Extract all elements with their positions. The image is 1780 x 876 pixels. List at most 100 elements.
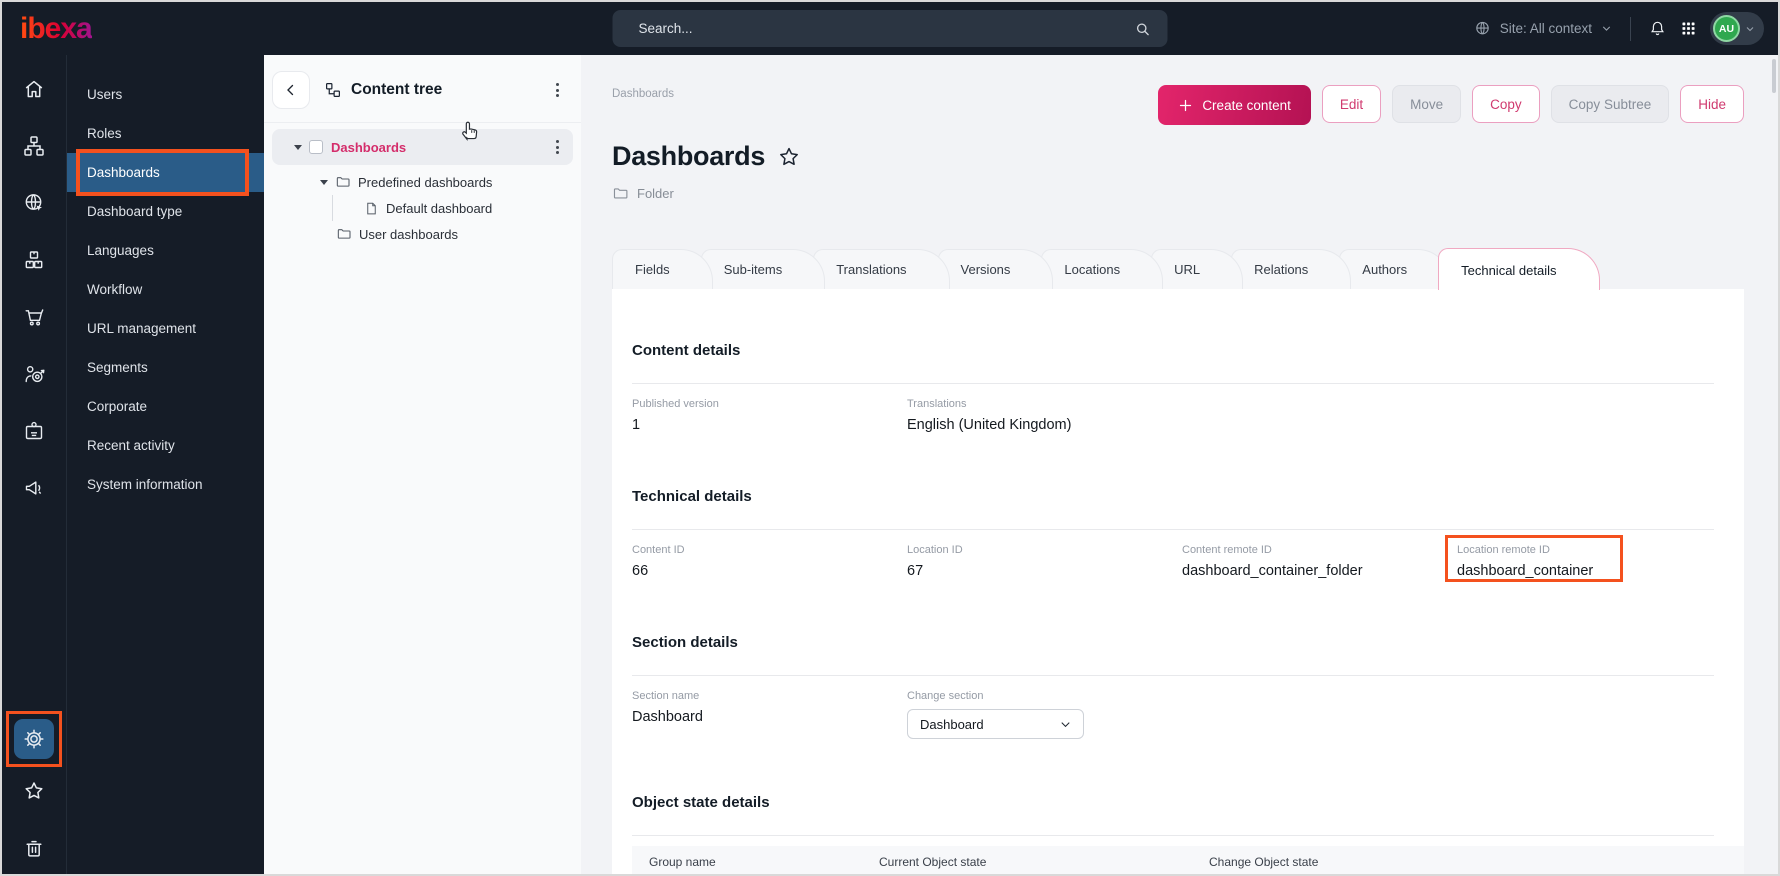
change-section-select[interactable]: Dashboard — [907, 709, 1084, 739]
tree-item-predefined-dashboards[interactable]: Predefined dashboards — [272, 169, 573, 195]
main-content: Dashboards Create content Edit Move Copy… — [581, 55, 1778, 876]
tree-guide-line — [332, 195, 333, 221]
tab-fields[interactable]: Fields — [612, 249, 713, 289]
admin-menu: Users Roles Dashboards Dashboard type La… — [67, 55, 264, 876]
menu-item-recent-activity[interactable]: Recent activity — [67, 426, 264, 465]
move-button[interactable]: Move — [1392, 85, 1461, 123]
tree-options-menu[interactable] — [552, 79, 563, 101]
technical-details-heading: Technical details — [632, 488, 1744, 505]
file-icon — [364, 201, 379, 216]
menu-item-corporate[interactable]: Corporate — [67, 387, 264, 426]
field-content-id: Content ID 66 — [632, 544, 907, 579]
tab-relations[interactable]: Relations — [1231, 249, 1351, 289]
caret-down-icon[interactable] — [320, 180, 328, 185]
content-tree-icon — [324, 81, 342, 99]
menu-item-users[interactable]: Users — [67, 75, 264, 114]
search-input[interactable] — [639, 21, 1134, 36]
global-search[interactable] — [613, 10, 1168, 47]
menu-item-dashboards[interactable]: Dashboards — [67, 153, 264, 192]
menu-item-languages[interactable]: Languages — [67, 231, 264, 270]
copy-subtree-button[interactable]: Copy Subtree — [1551, 85, 1670, 123]
column-change-object-state: Change Object state — [1209, 855, 1318, 869]
product-catalog-icon[interactable] — [14, 240, 54, 280]
tab-authors[interactable]: Authors — [1339, 249, 1450, 289]
ibexa-logo: ibexa — [20, 14, 92, 44]
tab-versions[interactable]: Versions — [938, 249, 1054, 289]
tree-item-checkbox[interactable] — [309, 140, 323, 154]
menu-item-dashboard-type[interactable]: Dashboard type — [67, 192, 264, 231]
user-menu[interactable]: AU — [1710, 12, 1764, 45]
gear-icon — [22, 727, 46, 751]
content-tree-panel: Content tree Dashboards Predefined dashb… — [264, 55, 581, 876]
marketing-megaphone-icon[interactable] — [14, 468, 54, 508]
chevron-left-icon — [282, 81, 300, 99]
tab-sub-items[interactable]: Sub-items — [701, 249, 826, 289]
topbar-divider — [1630, 17, 1631, 41]
tab-technical-details[interactable]: Technical details — [1438, 248, 1599, 290]
personalization-icon[interactable] — [14, 354, 54, 394]
divider — [632, 835, 1714, 836]
field-content-remote-id: Content remote ID dashboard_container_fo… — [1182, 544, 1457, 579]
folder-icon — [335, 174, 351, 190]
avatar: AU — [1713, 15, 1740, 42]
tab-translations[interactable]: Translations — [813, 249, 949, 289]
corporate-badge-icon[interactable] — [14, 411, 54, 451]
menu-item-roles[interactable]: Roles — [67, 114, 264, 153]
field-published-version: Published version 1 — [632, 398, 907, 433]
content-tree-title: Content tree — [351, 81, 442, 99]
content-details-heading: Content details — [632, 342, 1744, 359]
tab-locations[interactable]: Locations — [1041, 249, 1163, 289]
grid-icon — [1680, 20, 1697, 37]
field-section-name: Section name Dashboard — [632, 690, 907, 739]
field-translations: Translations English (United Kingdom) — [907, 398, 1182, 433]
caret-down-icon[interactable] — [294, 145, 302, 150]
edit-button[interactable]: Edit — [1322, 85, 1381, 123]
admin-settings-button[interactable] — [14, 719, 54, 759]
menu-item-workflow[interactable]: Workflow — [67, 270, 264, 309]
bookmark-star-icon[interactable] — [777, 145, 801, 169]
app-window: ibexa Site: All context — [0, 0, 1780, 876]
sitemap-icon[interactable] — [14, 126, 54, 166]
section-details-heading: Section details — [632, 634, 1744, 651]
app-switcher-button[interactable] — [1680, 20, 1697, 37]
tree-item-user-dashboards[interactable]: User dashboards — [272, 221, 573, 247]
copy-button[interactable]: Copy — [1472, 85, 1540, 123]
search-icon[interactable] — [1134, 20, 1152, 38]
column-group-name: Group name — [649, 855, 879, 869]
tree-item-options-menu[interactable] — [552, 136, 563, 158]
trash-icon[interactable] — [14, 828, 54, 868]
field-location-remote-id: Location remote ID dashboard_container — [1457, 544, 1732, 579]
site-context-icon[interactable] — [14, 183, 54, 223]
folder-icon — [612, 185, 629, 202]
icon-rail — [2, 55, 67, 876]
hide-button[interactable]: Hide — [1680, 85, 1744, 123]
menu-item-url-management[interactable]: URL management — [67, 309, 264, 348]
create-content-button[interactable]: Create content — [1158, 85, 1311, 125]
menu-item-system-information[interactable]: System information — [67, 465, 264, 504]
object-state-table-header: Group name Current Object state Change O… — [632, 846, 1744, 876]
plus-icon — [1178, 98, 1193, 113]
technical-details-panel: Content details Published version 1 Tran… — [612, 289, 1744, 876]
field-location-id: Location ID 67 — [907, 544, 1182, 579]
tab-bar: Fields Sub-items Translations Versions L… — [612, 248, 1744, 289]
tree-item-dashboards[interactable]: Dashboards — [272, 129, 573, 165]
commerce-cart-icon[interactable] — [14, 297, 54, 337]
bookmarks-star-icon[interactable] — [14, 771, 54, 811]
site-context-label: Site: All context — [1500, 21, 1592, 36]
globe-icon — [1473, 19, 1492, 38]
divider — [632, 383, 1714, 384]
site-context-selector[interactable]: Site: All context — [1473, 19, 1613, 38]
topbar: ibexa Site: All context — [2, 2, 1778, 55]
tree-item-default-dashboard[interactable]: Default dashboard — [272, 195, 573, 221]
breadcrumb[interactable]: Dashboards — [612, 85, 674, 100]
home-icon[interactable] — [14, 69, 54, 109]
menu-item-segments[interactable]: Segments — [67, 348, 264, 387]
collapse-tree-button[interactable] — [272, 71, 310, 109]
tab-url[interactable]: URL — [1151, 249, 1243, 289]
folder-icon — [336, 226, 352, 242]
scrollbar-thumb[interactable] — [1772, 59, 1776, 93]
divider — [632, 529, 1714, 530]
chevron-down-icon — [1600, 22, 1613, 35]
field-change-section: Change section Dashboard — [907, 690, 1182, 739]
notifications-button[interactable] — [1648, 19, 1667, 38]
